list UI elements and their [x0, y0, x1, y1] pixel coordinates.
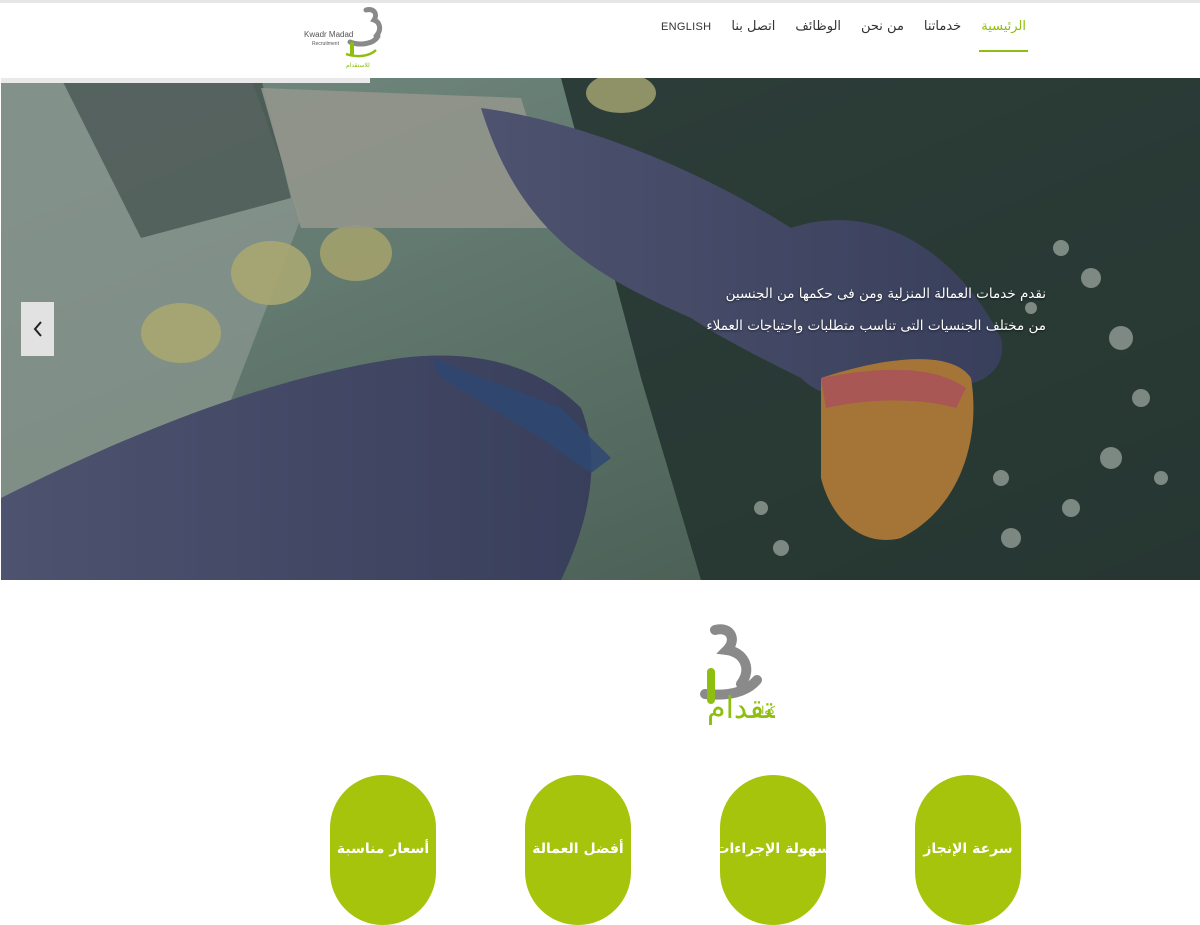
- nav-label: اتصل بنا: [731, 19, 776, 34]
- nav-label: ENGLISH: [660, 21, 712, 33]
- nav-label: الرئيسية: [981, 19, 1026, 34]
- nav-item-contact[interactable]: اتصل بنا: [721, 18, 785, 36]
- feature-label: أسعار مناسبة: [336, 841, 430, 857]
- site-logo[interactable]: Kwadr Madad Recruitment للاستقدام: [300, 6, 390, 74]
- hero-slider: نقدم خدمات العمالة المنزلية ومن فى حكمها…: [1, 78, 1200, 580]
- brand-logo-mark-icon: كوادر للاستقدام: [700, 624, 775, 726]
- brand-logo: كوادر للاستقدام: [585, 622, 775, 732]
- brand-large-text: للاستقدام: [707, 691, 775, 726]
- nav-item-english[interactable]: ENGLISH: [651, 18, 721, 36]
- nav-item-jobs[interactable]: الوظائف: [785, 18, 851, 36]
- nav-label: من نحن: [861, 19, 904, 34]
- nav-label: خدماتنا: [923, 19, 962, 34]
- hero-caption: نقدم خدمات العمالة المنزلية ومن فى حكمها…: [686, 278, 1046, 342]
- logo-mark-icon: [345, 7, 383, 58]
- header-logo-band: [1, 78, 370, 83]
- feature-circle-best-workers: أفضل العمالة: [525, 775, 631, 925]
- nav-item-services[interactable]: خدماتنا: [914, 18, 971, 36]
- nav-active-underline: [979, 50, 1028, 52]
- feature-circle-speed: سرعة الإنجاز: [915, 775, 1021, 925]
- feature-label: أفضل العمالة: [532, 841, 624, 857]
- logo-english-sub: Recruitment: [312, 41, 339, 47]
- feature-circle-good-prices: أسعار مناسبة: [330, 775, 436, 925]
- feature-label: سهولة الإجراءات: [715, 841, 831, 857]
- feature-label: سرعة الإنجاز: [923, 841, 1013, 857]
- feature-circle-easy-procedures: سهولة الإجراءات: [715, 775, 831, 925]
- nav-item-home[interactable]: الرئيسية: [971, 18, 1036, 52]
- nav-label: الوظائف: [795, 19, 842, 34]
- header-top-border: [0, 0, 1200, 3]
- logo-arabic-sub: للاستقدام: [346, 62, 370, 69]
- nav-item-about[interactable]: من نحن: [851, 18, 914, 36]
- chevron-left-icon: [33, 321, 42, 337]
- main-nav: الرئيسية خدماتنا من نحن الوظائف اتصل بنا…: [651, 18, 1036, 52]
- hero-caption-line: نقدم خدمات العمالة المنزلية ومن فى حكمها…: [725, 286, 1046, 302]
- site-header: Kwadr Madad Recruitment للاستقدام الرئيس…: [0, 0, 1200, 78]
- hero-caption-line: من مختلف الجنسيات التى تناسب متطلبات واح…: [706, 318, 1046, 334]
- slider-prev-button[interactable]: [21, 302, 54, 356]
